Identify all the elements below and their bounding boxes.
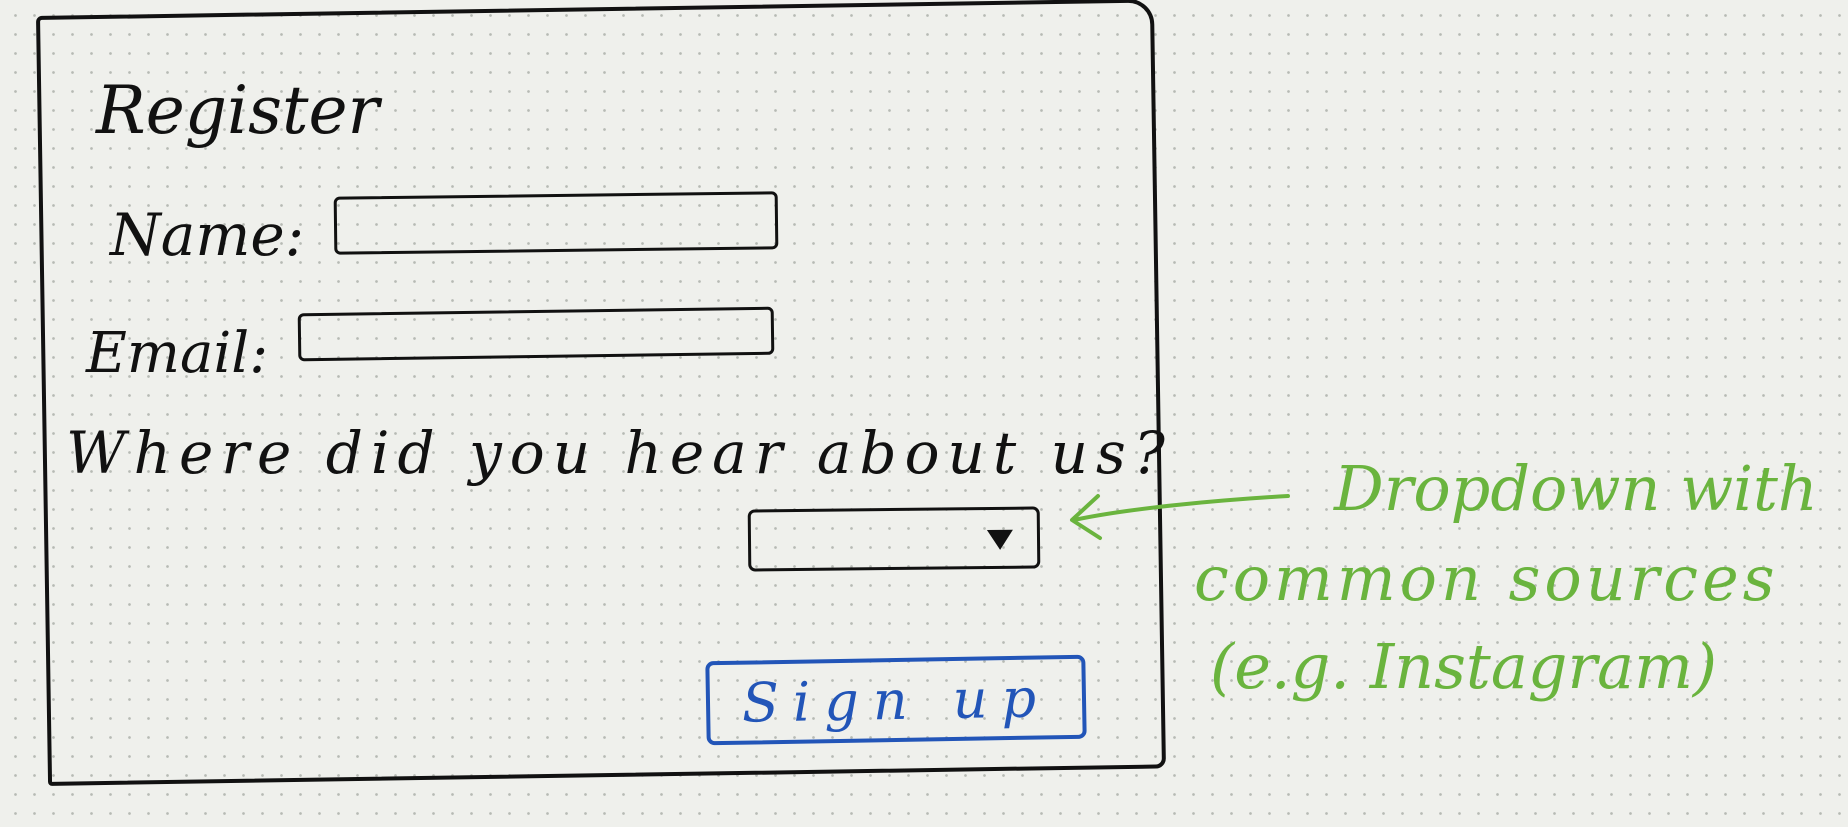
name-field[interactable] <box>333 191 779 255</box>
arrow-left-icon <box>1070 494 1290 540</box>
source-question-label: Where did you hear about us? <box>66 419 1173 487</box>
form-title: Register <box>96 72 380 149</box>
source-dropdown[interactable] <box>747 506 1041 572</box>
annotation-line-2: common sources <box>1194 542 1779 615</box>
sign-up-button[interactable]: Sign up <box>705 654 1087 746</box>
email-label: Email: <box>86 321 269 386</box>
annotation-line-3: (e.g. Instagram) <box>1210 630 1718 703</box>
triangle-down-icon <box>986 529 1014 551</box>
name-label: Name: <box>110 201 305 269</box>
email-field[interactable] <box>297 306 775 362</box>
annotation-line-1: Dropdown with <box>1334 452 1818 525</box>
